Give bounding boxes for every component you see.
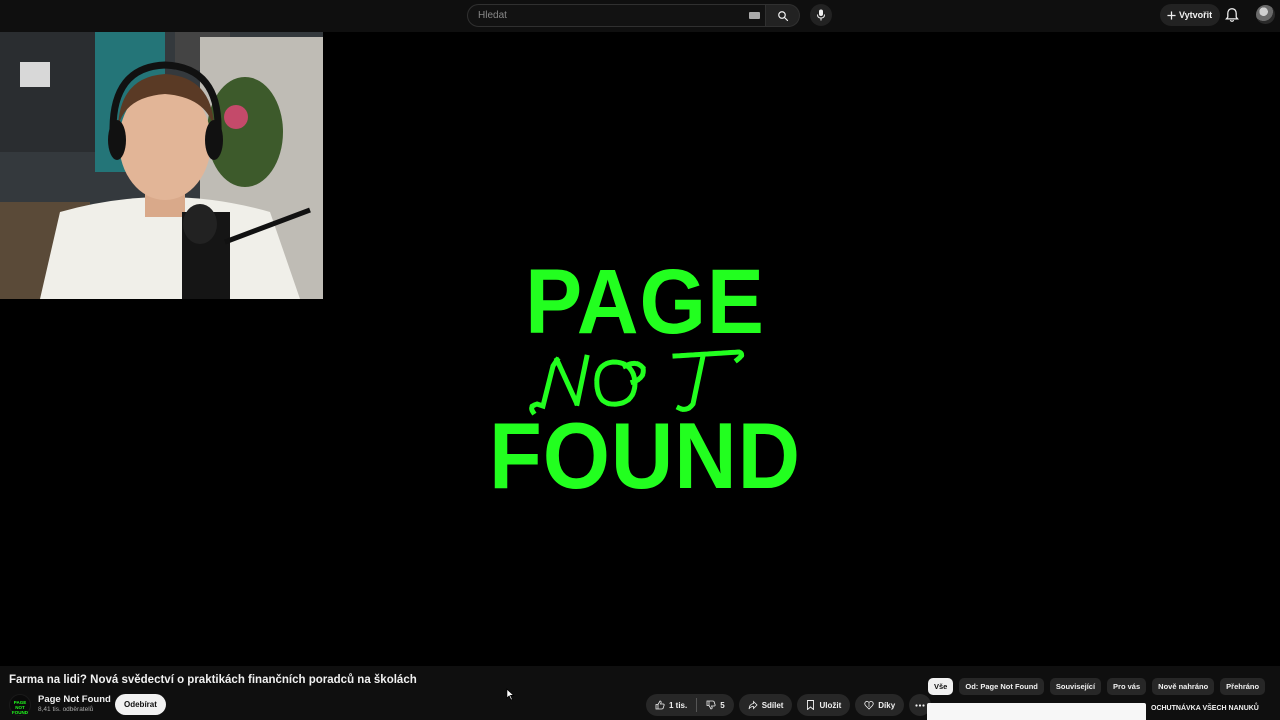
recommended-video-title[interactable]: OCHUTNÁVKA VŠECH NANUKŮ xyxy=(1151,704,1276,713)
logo-line-found: FOUND xyxy=(488,403,802,508)
search-icon xyxy=(777,10,788,21)
chip-watched[interactable]: Přehráno xyxy=(1220,678,1266,695)
logo-line-page: PAGE xyxy=(525,251,765,353)
like-dislike-group: 1 tis. 5 xyxy=(646,694,734,716)
share-button[interactable]: Sdílet xyxy=(738,694,793,716)
webcam-overlay xyxy=(0,32,323,299)
notifications-bell-icon[interactable] xyxy=(1225,7,1239,23)
search-input[interactable] xyxy=(467,4,766,27)
youtube-watch-page: Vytvořit xyxy=(0,0,1280,720)
action-bar: 1 tis. 5 Sdílet Uložit Díky xyxy=(646,694,932,716)
video-title: Farma na lidi? Nová svědectví o praktiká… xyxy=(9,674,417,686)
recommended-video-thumbnail[interactable] xyxy=(927,703,1146,720)
microphone-icon xyxy=(817,9,825,21)
thanks-label: Díky xyxy=(878,700,896,710)
search-button[interactable] xyxy=(766,4,800,27)
masthead: Vytvořit xyxy=(0,0,1280,32)
thumbs-down-icon xyxy=(706,700,716,710)
bookmark-icon xyxy=(807,700,815,710)
recommendation-filter-chips: Vše Od: Page Not Found Související Pro v… xyxy=(928,678,1266,695)
save-button[interactable]: Uložit xyxy=(797,694,851,716)
video-info-section: Farma na lidi? Nová svědectví o praktiká… xyxy=(0,666,1280,720)
thumbs-up-icon xyxy=(655,700,665,710)
video-player[interactable]: PAGE FOUND xyxy=(0,32,1280,666)
share-icon xyxy=(748,700,758,710)
streamer-webcam-image xyxy=(0,32,323,299)
channel-name[interactable]: Page Not Found xyxy=(38,694,111,705)
create-label: Vytvořit xyxy=(1179,10,1213,20)
chip-for-you[interactable]: Pro vás xyxy=(1107,678,1147,695)
mouse-cursor-icon xyxy=(506,688,515,701)
chip-all[interactable]: Vše xyxy=(928,678,954,695)
account-avatar[interactable] xyxy=(1256,5,1275,24)
page-not-found-logo: PAGE FOUND xyxy=(470,251,820,508)
subscriber-count: 8,41 tis. odběratelů xyxy=(38,706,94,713)
save-label: Uložit xyxy=(819,700,842,710)
subscribe-button[interactable]: Odebírat xyxy=(115,694,166,715)
chip-recently-uploaded[interactable]: Nově nahráno xyxy=(1152,678,1215,695)
plus-icon xyxy=(1167,10,1176,20)
dislike-button[interactable]: 5 xyxy=(697,700,733,710)
voice-search-button[interactable] xyxy=(810,4,832,26)
thanks-heart-icon xyxy=(864,700,874,710)
channel-avatar[interactable]: PAGE NOT FOUND xyxy=(9,694,31,716)
chip-from-channel[interactable]: Od: Page Not Found xyxy=(959,678,1044,695)
create-button[interactable]: Vytvořit xyxy=(1160,4,1221,26)
more-horizontal-icon xyxy=(915,703,925,707)
share-label: Sdílet xyxy=(761,700,784,710)
like-count: 1 tis. xyxy=(669,700,688,710)
keyboard-icon[interactable] xyxy=(749,12,760,19)
like-button[interactable]: 1 tis. xyxy=(646,700,696,710)
chip-related[interactable]: Související xyxy=(1049,678,1102,695)
dislike-count: 5 xyxy=(720,700,725,710)
search-bar xyxy=(467,4,800,27)
thanks-button[interactable]: Díky xyxy=(855,694,905,716)
